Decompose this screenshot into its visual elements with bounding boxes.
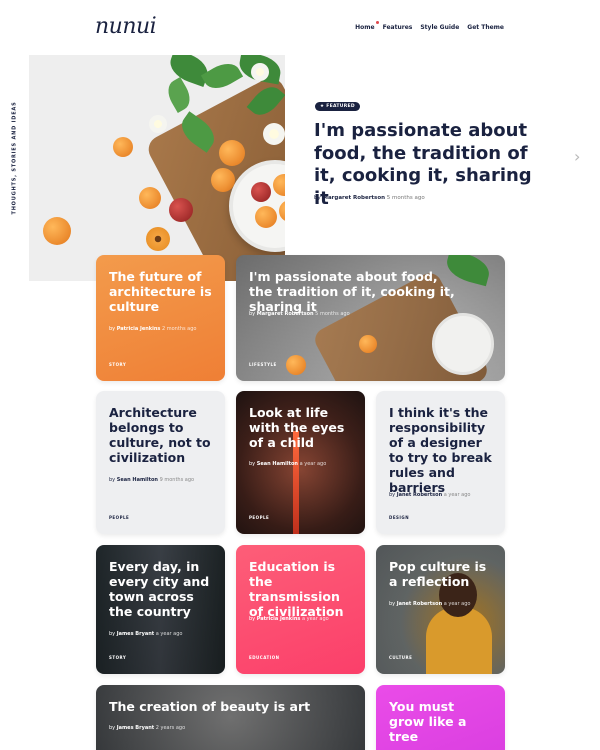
card-category[interactable]: PEOPLE <box>249 515 269 520</box>
flower-shape <box>251 63 269 81</box>
card-category[interactable]: LIFESTYLE <box>249 362 277 367</box>
nav-home-label: Home <box>355 24 375 31</box>
page: nunui Home Features Style Guide Get Them… <box>0 0 600 750</box>
card-time: a year ago <box>155 631 183 637</box>
card-time: 9 months ago <box>159 477 195 483</box>
card-meta: by James Bryant 2 years ago <box>109 725 186 731</box>
apricot-half-shape <box>146 227 170 251</box>
card-meta: by Sean Hamilton 9 months ago <box>109 477 195 483</box>
vertical-tagline: THOUGHTS, STORIES AND IDEAS <box>11 101 19 214</box>
card-time: 2 months ago <box>161 326 197 332</box>
card-author[interactable]: Janet Robertson <box>397 492 442 498</box>
apricot-shape <box>43 217 71 245</box>
apricot-shape <box>359 335 377 353</box>
featured-badge: ★ FEATURED <box>315 102 360 111</box>
card-author[interactable]: James Bryant <box>117 725 154 731</box>
card-author[interactable]: Janet Robertson <box>397 601 442 607</box>
apricot-shape <box>279 200 285 222</box>
nav-style-guide[interactable]: Style Guide <box>420 24 459 31</box>
main-nav: Home Features Style Guide Get Theme <box>355 21 504 31</box>
card-category[interactable]: STORY <box>109 655 126 660</box>
card-title[interactable]: The creation of beauty is art <box>109 699 353 714</box>
card-meta: by Janet Robertson a year ago <box>389 601 471 607</box>
apricot-shape <box>139 187 161 209</box>
by-label: by <box>314 195 321 201</box>
card-title[interactable]: I'm passionate about food, the tradition… <box>249 269 465 314</box>
card-category[interactable]: STORY <box>109 362 126 367</box>
card-title[interactable]: Architecture belongs to culture, not to … <box>109 405 213 465</box>
plum-shape <box>251 182 271 202</box>
card-title[interactable]: Pop culture is a reflection <box>389 559 493 589</box>
card-category[interactable]: CULTURE <box>389 655 412 660</box>
card-time: 2 years ago <box>155 725 186 731</box>
post-card[interactable]: Look at life with the eyes of a child by… <box>236 391 365 534</box>
hero-image[interactable] <box>29 55 285 281</box>
card-time: a year ago <box>301 616 329 622</box>
card-meta: by Patricia Jenkins 2 months ago <box>109 326 197 332</box>
nav-home[interactable]: Home <box>355 21 379 31</box>
post-card[interactable]: The future of architecture is culture by… <box>96 255 225 381</box>
card-meta: by Patricia Jenkins a year ago <box>249 616 329 622</box>
bowl-shape <box>432 313 494 375</box>
leaf-shape <box>200 57 244 95</box>
card-category[interactable]: DESIGN <box>389 515 409 520</box>
active-dot-icon <box>375 21 379 24</box>
card-title[interactable]: Look at life with the eyes of a child <box>249 405 353 450</box>
post-card[interactable]: I'm passionate about food, the tradition… <box>236 255 505 381</box>
card-title[interactable]: You must grow like a tree <box>389 699 493 744</box>
post-card[interactable]: You must grow like a tree <box>376 685 505 750</box>
card-author[interactable]: James Bryant <box>117 631 154 637</box>
card-meta: by James Bryant a year ago <box>109 631 183 637</box>
card-author[interactable]: Margaret Robertson <box>257 311 314 317</box>
card-category[interactable]: EDUCATION <box>249 655 280 660</box>
apricot-shape <box>219 140 245 166</box>
post-card[interactable]: Education is the transmission of civiliz… <box>236 545 365 674</box>
post-card[interactable]: Every day, in every city and town across… <box>96 545 225 674</box>
post-card[interactable]: The creation of beauty is art by James B… <box>96 685 365 750</box>
hero-meta: by Margaret Robertson 5 months ago <box>314 195 425 201</box>
tagline-text: THOUGHTS, STORIES AND IDEAS <box>12 101 18 215</box>
card-title[interactable]: Education is the transmission of civiliz… <box>249 559 353 619</box>
hero-time: 5 months ago <box>386 195 425 201</box>
card-time: a year ago <box>443 492 471 498</box>
post-card[interactable]: Architecture belongs to culture, not to … <box>96 391 225 534</box>
site-logo[interactable]: nunui <box>95 14 157 39</box>
card-author[interactable]: Patricia Jenkins <box>257 616 301 622</box>
card-time: a year ago <box>299 461 327 467</box>
card-meta: by Janet Robertson a year ago <box>389 492 471 498</box>
card-category[interactable]: PEOPLE <box>109 515 129 520</box>
card-time: a year ago <box>443 601 471 607</box>
nav-features[interactable]: Features <box>383 24 413 31</box>
card-time: 5 months ago <box>315 311 350 317</box>
apricot-shape <box>273 174 285 196</box>
card-author[interactable]: Patricia Jenkins <box>117 326 161 332</box>
card-title[interactable]: Every day, in every city and town across… <box>109 559 213 619</box>
card-author[interactable]: Sean Hamilton <box>117 477 158 483</box>
card-meta: by Sean Hamilton a year ago <box>249 461 327 467</box>
plum-shape <box>169 198 193 222</box>
card-meta: by Margaret Robertson 5 months ago <box>249 311 350 317</box>
card-author[interactable]: Sean Hamilton <box>257 461 298 467</box>
nav-get-theme[interactable]: Get Theme <box>467 24 504 31</box>
card-title[interactable]: The future of architecture is culture <box>109 269 213 314</box>
post-card[interactable]: Pop culture is a reflection by Janet Rob… <box>376 545 505 674</box>
chevron-right-icon[interactable]: › <box>574 149 588 165</box>
post-card[interactable]: I think it's the responsibility of a des… <box>376 391 505 534</box>
apricot-shape <box>113 137 133 157</box>
flower-shape <box>149 115 167 133</box>
apricot-shape <box>286 355 306 375</box>
apricot-shape <box>255 206 277 228</box>
hero-author[interactable]: Margaret Robertson <box>323 195 386 201</box>
card-title[interactable]: I think it's the responsibility of a des… <box>389 405 493 495</box>
flower-shape <box>263 123 285 145</box>
person-shape <box>426 607 492 674</box>
